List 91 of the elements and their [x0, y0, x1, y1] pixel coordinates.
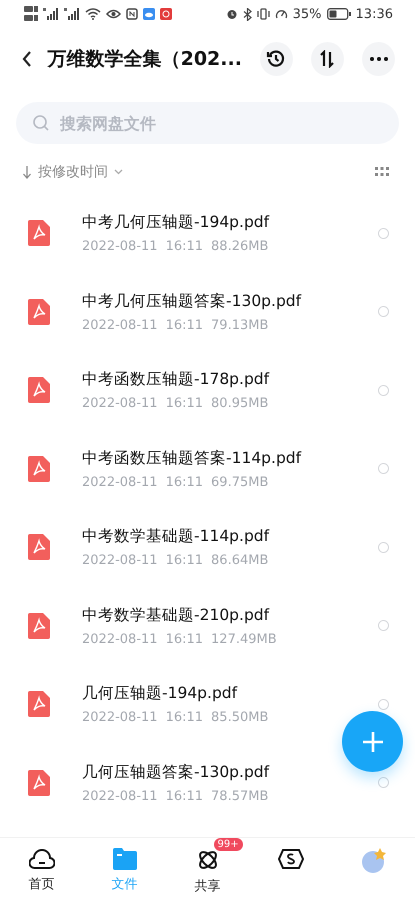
coin-icon [278, 848, 304, 870]
folder-title: 万维数学全集（202... [48, 47, 242, 72]
file-time: 16:11 [166, 474, 204, 490]
file-name: 中考函数压轴题答案-114p.pdf [82, 448, 302, 469]
file-row[interactable]: 中考函数压轴题-178p.pdf 2022-08-11 16:11 80.95MB [0, 351, 415, 430]
arrow-down-icon [22, 166, 32, 178]
file-date: 2022-08-11 [82, 318, 158, 333]
eye-icon [106, 9, 121, 19]
bluetooth-icon [242, 8, 252, 20]
file-name: 中考数学基础题-210p.pdf [82, 604, 270, 626]
file-date: 2022-08-11 [82, 632, 158, 647]
select-radio[interactable] [378, 698, 389, 710]
count-badge: 99+ [214, 838, 243, 851]
app-icon [160, 8, 172, 20]
file-size: 86.64MB [211, 553, 268, 568]
add-button[interactable] [342, 711, 403, 772]
caret-icon [114, 169, 123, 175]
nav-tab[interactable]: 共享 99+ [166, 838, 249, 900]
file-date: 2022-08-11 [82, 788, 158, 804]
nfc-icon [126, 8, 138, 20]
file-size: 69.75MB [211, 474, 268, 490]
file-date: 2022-08-11 [82, 396, 158, 412]
up-down-arrows-icon [318, 50, 336, 68]
file-row[interactable]: 中考数学基础题-210p.pdf 2022-08-11 16:11 127.49MB [0, 586, 415, 665]
wifi-icon [85, 8, 101, 20]
file-size: 78.57MB [211, 788, 268, 804]
pdf-file-icon [28, 298, 50, 325]
file-size: 88.26MB [211, 239, 268, 254]
file-name: 中考数学基础题-114p.pdf [82, 526, 270, 548]
signal-icon [64, 8, 80, 20]
grid-view-icon[interactable] [375, 167, 389, 177]
file-row[interactable]: 中考几何压轴题答案-130p.pdf 2022-08-11 16:11 79.13MB [0, 272, 415, 351]
alarm-icon [226, 8, 238, 20]
select-radio[interactable] [378, 228, 389, 239]
file-size: 127.49MB [211, 632, 277, 647]
vibrate-icon [256, 8, 270, 20]
more-icon [370, 57, 388, 61]
speed-icon [274, 8, 288, 20]
select-radio[interactable] [378, 463, 389, 474]
file-size: 85.50MB [211, 710, 268, 726]
pdf-file-icon [28, 534, 50, 560]
file-time: 16:11 [166, 710, 204, 726]
battery-percent: 35% [292, 6, 322, 22]
sort-dropdown[interactable]: 按修改时间 [22, 163, 123, 181]
file-time: 16:11 [166, 239, 204, 254]
file-name: 中考几何压轴题-194p.pdf [82, 212, 270, 234]
file-size: 80.95MB [211, 396, 268, 412]
battery-icon [326, 8, 351, 20]
file-date: 2022-08-11 [82, 553, 158, 568]
select-radio[interactable] [378, 384, 389, 396]
plus-icon [360, 730, 384, 754]
sim-icon [24, 5, 38, 23]
select-radio[interactable] [378, 306, 389, 318]
file-row[interactable]: 中考数学基础题-114p.pdf 2022-08-11 16:11 86.64MB [0, 508, 415, 586]
file-date: 2022-08-11 [82, 474, 158, 490]
file-date: 2022-08-11 [82, 239, 158, 254]
folder-icon [112, 848, 136, 870]
file-time: 16:11 [166, 553, 204, 568]
more-button[interactable] [362, 42, 396, 76]
file-row[interactable]: 几何压轴题答案-130p.pdf 2022-08-11 16:11 78.57MB [0, 744, 415, 822]
pdf-file-icon [28, 770, 50, 796]
file-row[interactable]: 中考函数压轴题答案-114p.pdf 2022-08-11 16:11 69.75MB [0, 430, 415, 508]
history-icon [266, 49, 286, 69]
file-name: 几何压轴题答案-130p.pdf [82, 762, 270, 783]
file-time: 16:11 [166, 318, 204, 333]
avatar-icon [360, 848, 388, 874]
pdf-file-icon [28, 691, 50, 718]
select-radio[interactable] [378, 777, 389, 788]
pdf-file-icon [28, 456, 50, 482]
file-date: 2022-08-11 [82, 710, 158, 726]
nav-tab[interactable]: 首页 [0, 838, 83, 900]
history-button[interactable] [260, 42, 293, 76]
pdf-file-icon [28, 377, 50, 404]
sort-button[interactable] [310, 42, 344, 76]
file-name: 几何压轴题-194p.pdf [82, 683, 238, 704]
file-row[interactable]: 中考几何压轴题-194p.pdf 2022-08-11 16:11 88.26MB [0, 194, 415, 272]
file-name: 中考几何压轴题答案-130p.pdf [82, 290, 302, 312]
file-time: 16:11 [166, 632, 204, 647]
clock-time: 13:36 [356, 6, 393, 22]
pdf-file-icon [28, 220, 50, 246]
chevron-left-icon [22, 51, 32, 67]
cloud-icon [28, 848, 54, 870]
file-time: 16:11 [166, 396, 204, 412]
file-name: 中考函数压轴题-178p.pdf [82, 369, 270, 390]
cloud-app-icon [143, 8, 155, 20]
select-radio[interactable] [378, 542, 389, 553]
signal-icon [43, 8, 59, 20]
file-time: 16:11 [166, 788, 204, 804]
pdf-file-icon [28, 612, 50, 639]
select-radio[interactable] [378, 620, 389, 632]
file-size: 79.13MB [211, 318, 268, 333]
